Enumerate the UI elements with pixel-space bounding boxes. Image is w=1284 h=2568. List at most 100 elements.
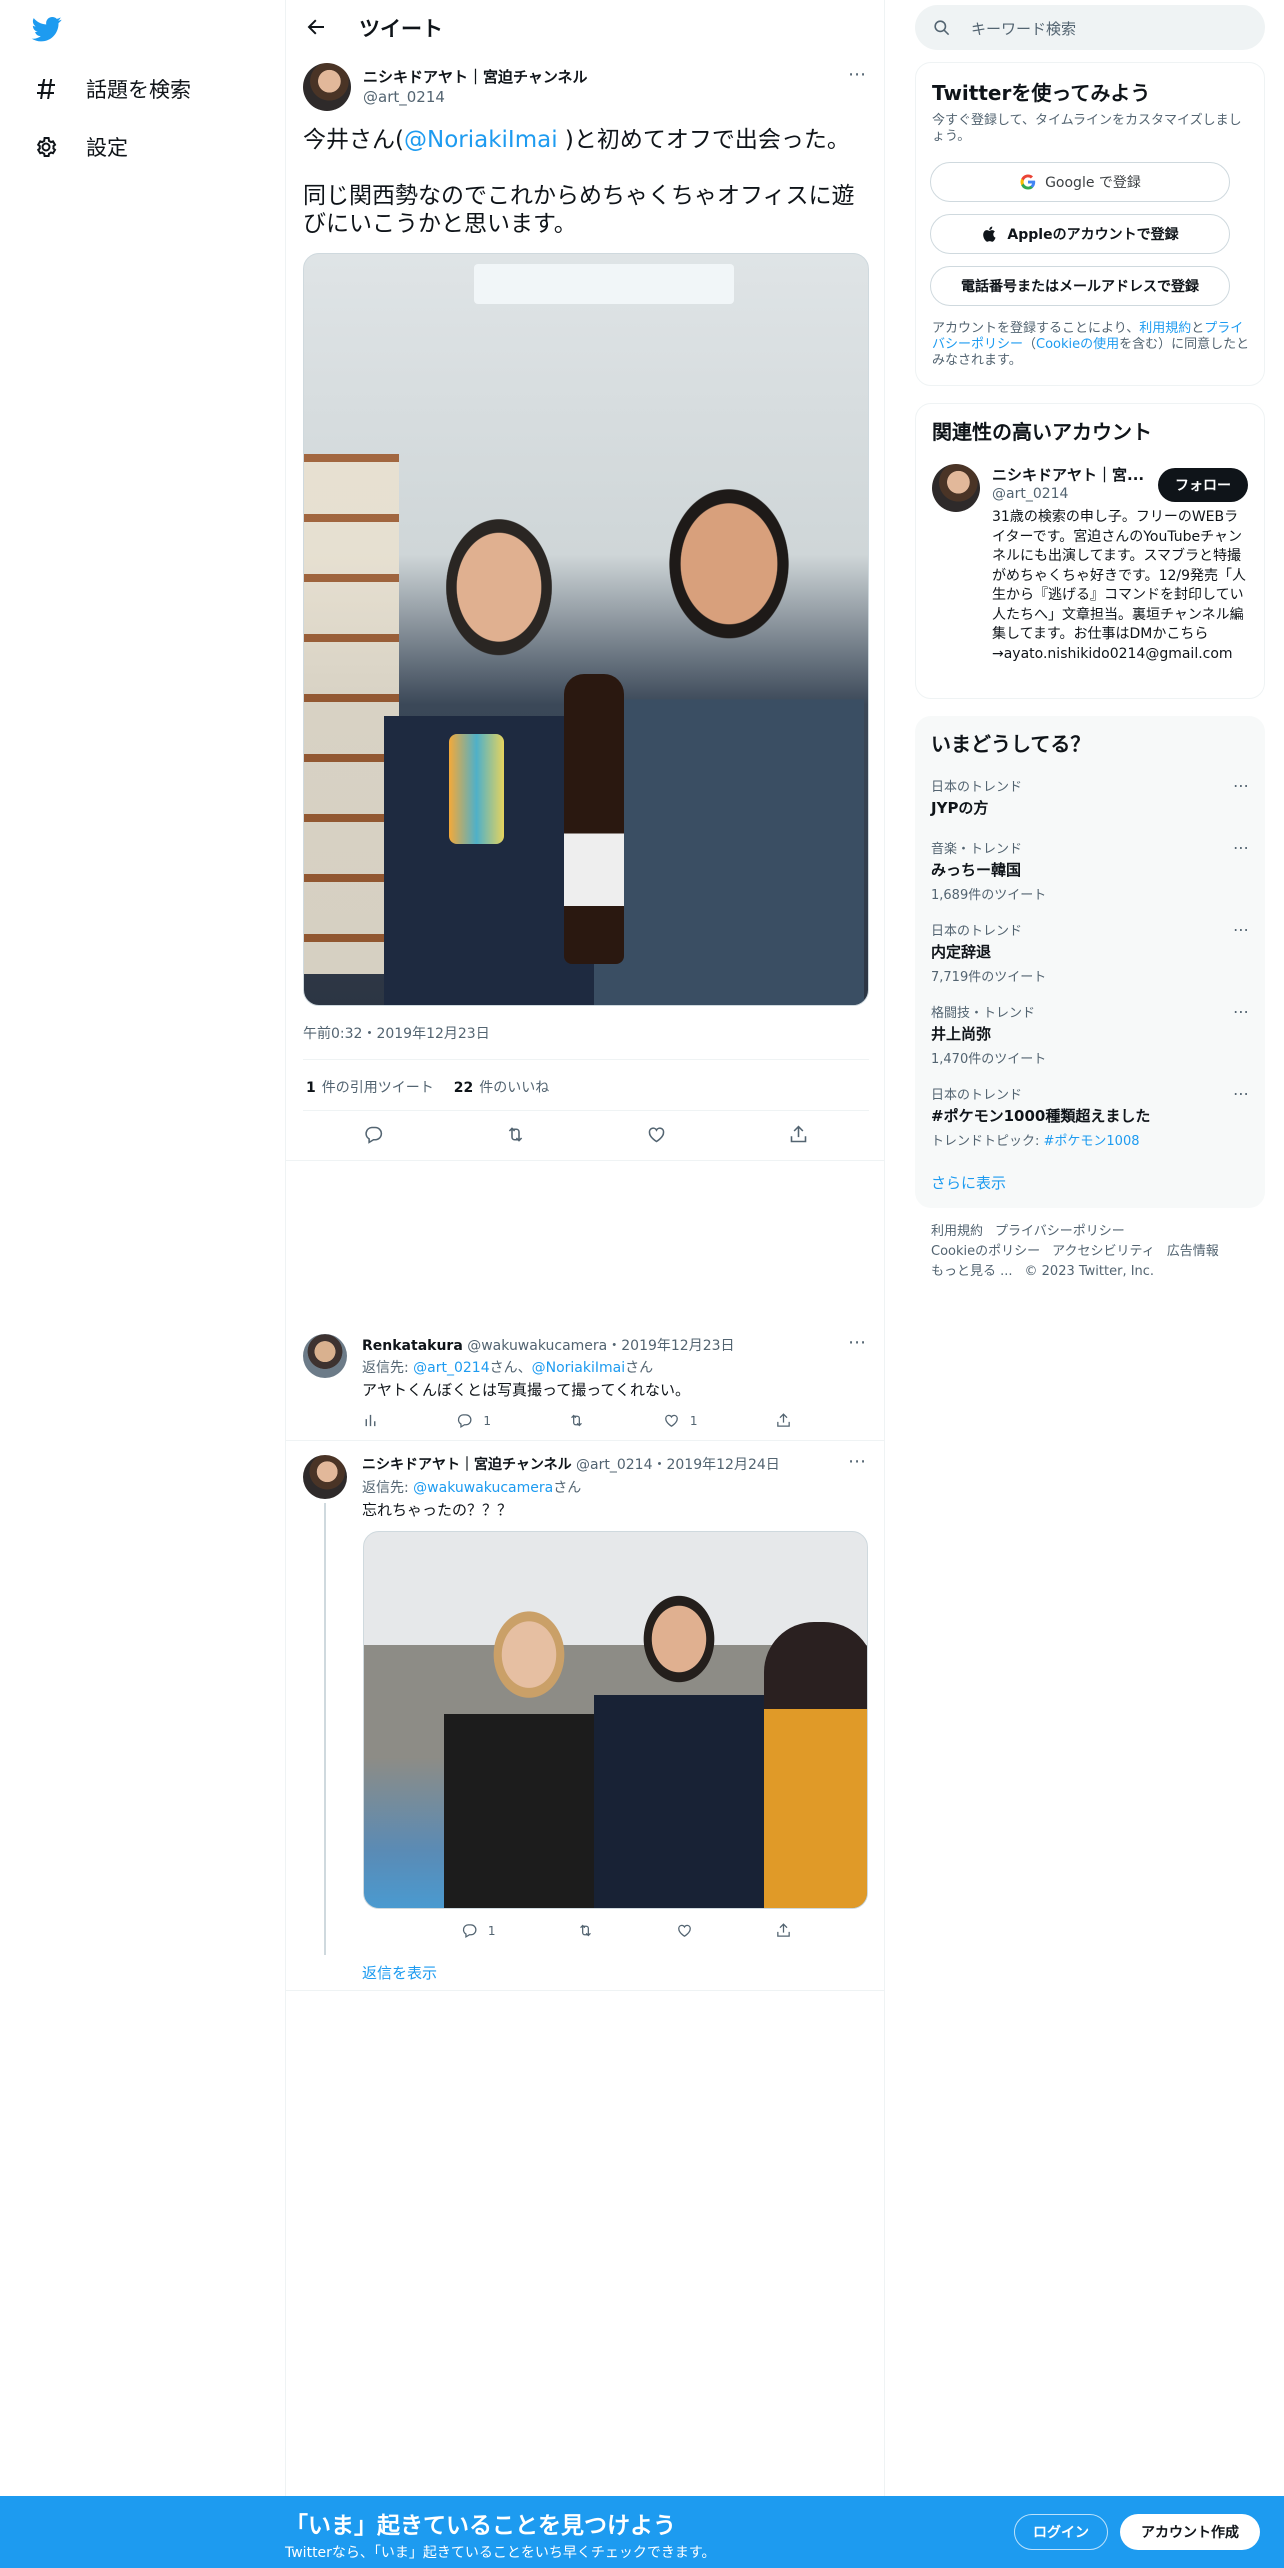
more-options-icon[interactable]: ⋯ <box>1233 1084 1249 1103</box>
trend-topic-link[interactable]: #ポケモン1008 <box>1044 1134 1140 1149</box>
related-account-handle[interactable]: @art_0214 <box>992 486 1068 502</box>
follow-button[interactable]: フォロー <box>1158 468 1248 502</box>
retweet-button[interactable] <box>577 1922 594 1939</box>
reply-author-name: Renkatakura <box>362 1338 463 1354</box>
reply-to-suffix: さん <box>553 1480 582 1496</box>
tweet-text: 今井さん(@NoriakiImai )と初めてオフで出会った。 同じ関西勢なので… <box>303 126 873 238</box>
google-signup-button[interactable]: Google で登録 <box>930 162 1230 202</box>
reply-author-name: ニシキドアヤト｜宮迫チャンネル <box>362 1457 572 1473</box>
footer-link-more[interactable]: もっと見る ... <box>931 1264 1013 1279</box>
main-column: ツイート ニシキドアヤト｜宮迫チャンネル @art_0214 ⋯ 今井さん(@N… <box>285 0 885 2500</box>
trend-item[interactable]: 日本のトレンド 内定辞退 7,719件のツイート ⋯ <box>931 920 1249 985</box>
photo-person-right <box>764 1622 867 1908</box>
reply-to-link[interactable]: @wakuwakucamera <box>413 1480 553 1496</box>
bottom-signup-bar: 「いま」起きていることを見つけよう Twitterなら、「いま」起きていることを… <box>0 2496 1284 2568</box>
search-bar[interactable]: キーワード検索 <box>915 5 1265 50</box>
apple-signup-label: Appleのアカウントで登録 <box>1007 227 1179 243</box>
tweet-photo[interactable] <box>303 253 869 1006</box>
author-name[interactable]: ニシキドアヤト｜宮迫チャンネル <box>363 66 588 87</box>
reply-to-link[interactable]: @NoriakiImai <box>532 1360 626 1376</box>
show-more-link[interactable]: さらに表示 <box>931 1172 1006 1193</box>
photo-can <box>449 734 504 844</box>
like-icon[interactable] <box>646 1124 667 1145</box>
reply-icon[interactable] <box>363 1124 384 1145</box>
reply-avatar[interactable] <box>303 1455 347 1499</box>
trend-item[interactable]: 日本のトレンド #ポケモン1000種類超えました トレンドトピック: #ポケモン… <box>931 1084 1249 1149</box>
trend-count: 1,470件のツイート <box>931 1052 1047 1067</box>
apple-signup-button[interactable]: Appleのアカウントで登録 <box>930 214 1230 254</box>
like-button[interactable] <box>676 1922 693 1939</box>
footer-link-privacy[interactable]: プライバシーポリシー <box>995 1224 1125 1239</box>
trend-name: JYPの方 <box>931 799 989 817</box>
reply-to-label: 返信先: <box>362 1480 414 1496</box>
more-options-icon[interactable]: ⋯ <box>1233 1002 1249 1021</box>
signup-terms: アカウントを登録することにより、利用規約とプライバシーポリシー（Cookieの使… <box>932 321 1250 369</box>
reply-actions: 1 <box>362 1922 792 1939</box>
footer-link-ads[interactable]: 広告情報 <box>1167 1244 1219 1259</box>
reply-author[interactable]: ニシキドアヤト｜宮迫チャンネル @art_0214・2019年12月24日 <box>362 1454 780 1474</box>
retweet-button[interactable] <box>568 1412 585 1429</box>
trend-item[interactable]: 日本のトレンド JYPの方 ⋯ <box>931 776 1249 818</box>
trend-count: 7,719件のツイート <box>931 970 1047 985</box>
reply-to-link[interactable]: @art_0214 <box>413 1360 489 1376</box>
quote-stat[interactable]: 1 件の引用ツイート <box>306 1077 434 1097</box>
trend-name: 内定辞退 <box>931 943 992 961</box>
more-options-icon[interactable]: ⋯ <box>848 1451 867 1472</box>
reply-meta: @art_0214・2019年12月24日 <box>571 1457 780 1473</box>
trend-count: 1,689件のツイート <box>931 888 1047 903</box>
page-title: ツイート <box>359 17 443 41</box>
twitter-logo-icon[interactable] <box>30 14 64 44</box>
terms-text: と <box>1191 321 1205 336</box>
back-arrow-icon[interactable] <box>304 15 328 39</box>
login-button[interactable]: ログイン <box>1014 2514 1108 2550</box>
left-nav: 話題を検索 設定 <box>0 0 285 2500</box>
share-button[interactable] <box>775 1922 792 1939</box>
nav-explore[interactable]: 話題を検索 <box>34 74 191 104</box>
reply-photo[interactable] <box>363 1531 868 1909</box>
signup-button[interactable]: アカウント作成 <box>1120 2514 1260 2550</box>
related-account-avatar[interactable] <box>932 464 980 512</box>
reply-author[interactable]: Renkatakura @wakuwakucamera・2019年12月23日 <box>362 1335 735 1355</box>
trend-item[interactable]: 格闘技・トレンド 井上尚弥 1,470件のツイート ⋯ <box>931 1002 1249 1067</box>
footer-link-cookie[interactable]: Cookieのポリシー <box>931 1244 1040 1259</box>
tweet-timestamp[interactable]: 午前0:32・2019年12月23日 <box>303 1023 490 1043</box>
show-replies-link[interactable]: 返信を表示 <box>362 1962 437 1983</box>
terms-link[interactable]: 利用規約 <box>1139 321 1191 336</box>
more-options-icon[interactable]: ⋯ <box>1233 776 1249 795</box>
nav-settings[interactable]: 設定 <box>34 132 128 162</box>
share-button[interactable] <box>775 1412 792 1429</box>
trend-item[interactable]: 音楽・トレンド みっちー韓国 1,689件のツイート ⋯ <box>931 838 1249 903</box>
phone-email-signup-button[interactable]: 電話番号またはメールアドレスで登録 <box>930 266 1230 306</box>
reply-button[interactable]: 1 <box>461 1922 495 1939</box>
more-options-icon[interactable]: ⋯ <box>848 64 867 85</box>
like-stat[interactable]: 22 件のいいね <box>454 1077 549 1097</box>
divider <box>303 1110 869 1111</box>
more-options-icon[interactable]: ⋯ <box>1233 920 1249 939</box>
related-account-name[interactable]: ニシキドアヤト｜宮... <box>992 464 1144 485</box>
analytics-button[interactable] <box>362 1412 379 1429</box>
trend-count-label: トレンドトピック: <box>931 1134 1044 1149</box>
cookie-link[interactable]: Cookieの使用 <box>1036 337 1119 352</box>
signup-card-subtitle: 今すぐ登録して、タイムラインをカスタマイズしましょう。 <box>932 113 1242 144</box>
author-handle[interactable]: @art_0214 <box>363 88 445 106</box>
footer-link-terms[interactable]: 利用規約 <box>931 1224 983 1239</box>
reply-avatar[interactable] <box>303 1334 347 1378</box>
divider <box>286 1440 884 1441</box>
reply-to-label: 返信先: <box>362 1360 414 1376</box>
share-icon[interactable] <box>788 1124 809 1145</box>
quote-label: 件の引用ツイート <box>321 1080 434 1096</box>
nav-settings-label: 設定 <box>86 136 128 160</box>
like-button[interactable]: 1 <box>663 1412 698 1429</box>
divider <box>303 1059 869 1060</box>
like-count: 22 <box>453 1080 474 1096</box>
footer-links: 利用規約 プライバシーポリシー Cookieのポリシー アクセシビリティ 広告情報 も… <box>931 1222 1261 1282</box>
footer-link-accessibility[interactable]: アクセシビリティ <box>1052 1244 1155 1259</box>
retweet-icon[interactable] <box>505 1124 526 1145</box>
search-placeholder: キーワード検索 <box>971 20 1077 38</box>
reply-button[interactable]: 1 <box>456 1412 491 1429</box>
tweet-text-part: 今井さん( <box>303 127 404 153</box>
mention-link[interactable]: @NoriakiImai <box>404 127 558 153</box>
more-options-icon[interactable]: ⋯ <box>1233 838 1249 857</box>
more-options-icon[interactable]: ⋯ <box>848 1332 867 1353</box>
author-avatar[interactable] <box>303 63 351 111</box>
